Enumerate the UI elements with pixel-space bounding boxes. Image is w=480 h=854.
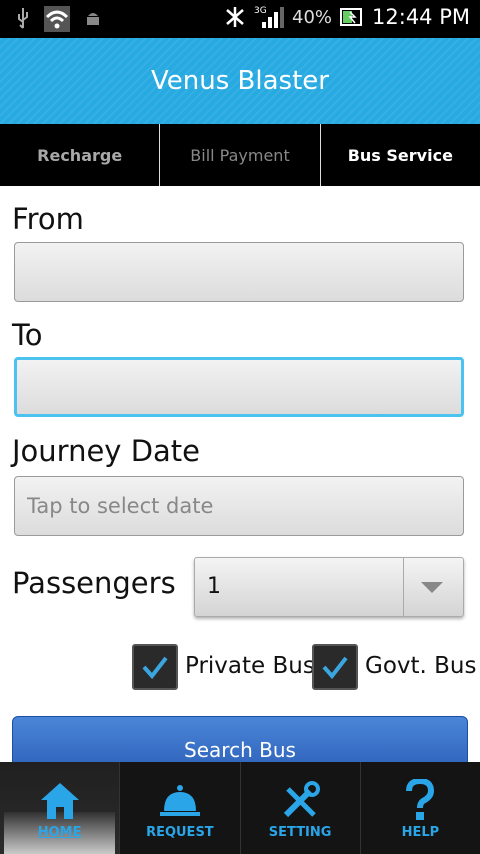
nav-home-label: HOME <box>37 825 82 840</box>
service-bell-icon <box>159 785 200 816</box>
nav-request-label: REQUEST <box>146 825 214 840</box>
journey-date-input[interactable] <box>15 477 463 535</box>
status-bar: 3G 40% 12:44 PM <box>0 0 480 38</box>
nav-home[interactable]: HOME <box>0 762 121 854</box>
usb-icon <box>18 8 28 29</box>
android-icon <box>87 13 99 25</box>
journey-date-field[interactable] <box>14 476 464 536</box>
from-label: From <box>12 202 84 236</box>
private-bus-checkbox[interactable] <box>132 644 178 690</box>
to-input[interactable] <box>17 360 461 414</box>
nav-help-label: HELP <box>401 825 440 840</box>
signal-icon: 3G <box>254 6 284 28</box>
tab-bar: Recharge Bill Payment Bus Service <box>0 124 480 186</box>
nav-setting[interactable]: SETTING <box>241 762 361 854</box>
tab-recharge[interactable]: Recharge <box>0 124 161 186</box>
passengers-dropdown[interactable]: 1 <box>194 557 464 617</box>
from-input[interactable] <box>15 243 463 301</box>
private-bus-label: Private Bus <box>185 653 315 679</box>
checkmark-icon <box>142 656 168 680</box>
tools-icon <box>284 781 321 818</box>
svg-text:3G: 3G <box>254 6 267 16</box>
govt-bus-label: Govt. Bus <box>365 653 477 679</box>
dropdown-divider <box>403 558 404 616</box>
checkmark-icon <box>322 656 348 680</box>
battery-percent: 40% <box>292 6 333 28</box>
passengers-value: 1 <box>207 574 221 599</box>
app-title: Venus Blaster <box>151 66 329 96</box>
home-icon <box>40 783 79 819</box>
to-label: To <box>12 318 43 352</box>
clock: 12:44 PM <box>372 5 470 29</box>
question-icon <box>406 779 435 820</box>
passengers-label: Passengers <box>12 566 176 600</box>
tab-bill-payment[interactable]: Bill Payment <box>160 124 321 186</box>
to-field[interactable] <box>14 357 464 417</box>
from-field[interactable] <box>14 242 464 302</box>
chevron-down-icon <box>421 582 443 593</box>
nav-setting-label: SETTING <box>268 825 332 840</box>
tab-bus-service[interactable]: Bus Service <box>321 124 480 186</box>
app-title-bar: Venus Blaster <box>0 38 480 124</box>
nav-request[interactable]: REQUEST <box>120 762 241 854</box>
govt-bus-checkbox[interactable] <box>312 644 358 690</box>
bluetooth-icon <box>226 7 244 27</box>
bottom-nav: HOME REQUEST SETTING HELP <box>0 762 480 854</box>
battery-icon <box>340 8 363 26</box>
wifi-icon <box>44 6 70 32</box>
journey-date-label: Journey Date <box>12 434 201 468</box>
nav-help[interactable]: HELP <box>361 762 480 854</box>
